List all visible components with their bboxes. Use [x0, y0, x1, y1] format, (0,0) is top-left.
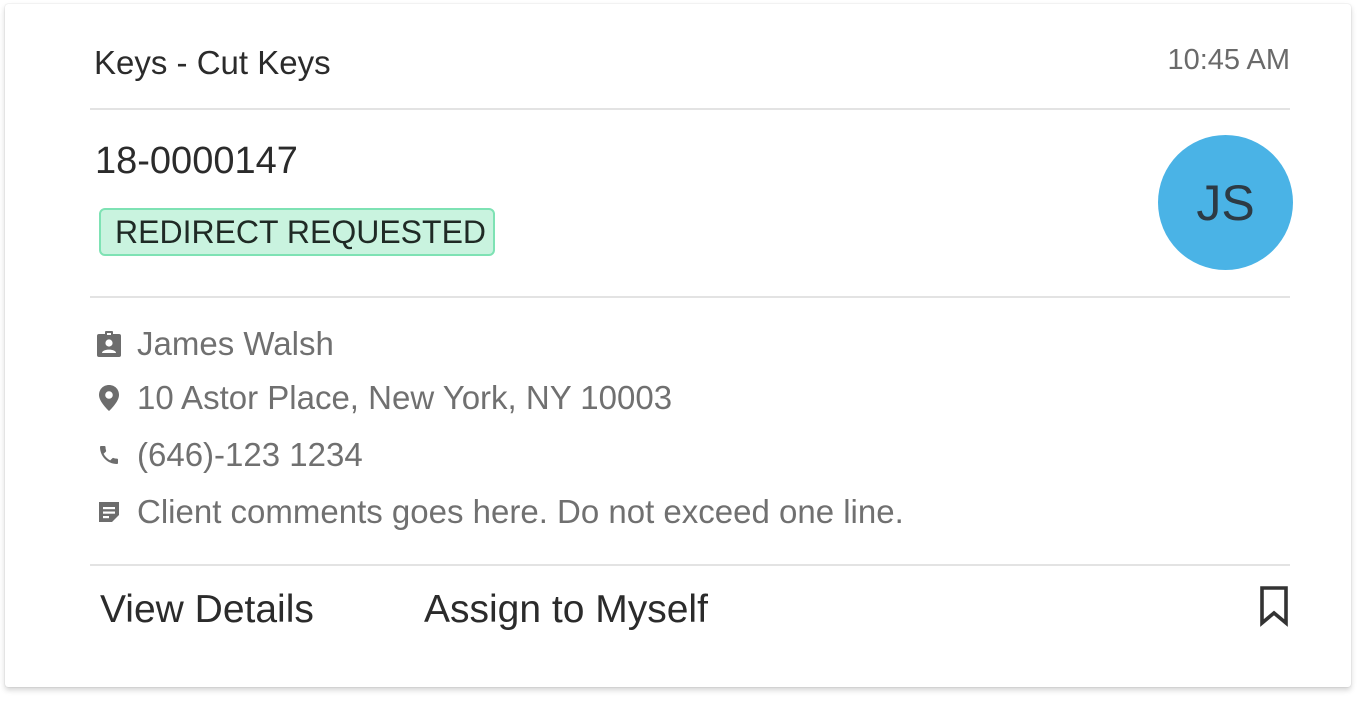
- phone-number[interactable]: (646)-123 1234: [137, 436, 363, 474]
- client-row: James Walsh: [95, 325, 334, 363]
- order-id: 18-0000147: [95, 140, 298, 182]
- client-name: James Walsh: [137, 325, 334, 362]
- address-row: 10 Astor Place, New York, NY 10003: [95, 379, 672, 417]
- assign-to-myself-button[interactable]: Assign to Myself: [424, 588, 708, 632]
- note-icon: [95, 498, 123, 526]
- job-time: 10:45 AM: [1167, 44, 1290, 76]
- bookmark-icon[interactable]: [1258, 585, 1290, 627]
- phone-icon: [95, 441, 123, 469]
- view-details-button[interactable]: View Details: [100, 588, 314, 632]
- divider: [90, 564, 1290, 566]
- avatar-initials: JS: [1196, 174, 1255, 231]
- address[interactable]: 10 Astor Place, New York, NY 10003: [137, 379, 672, 417]
- location-pin-icon: [95, 384, 123, 412]
- avatar[interactable]: JS: [1158, 135, 1293, 270]
- client-comment: Client comments goes here. Do not exceed…: [137, 493, 904, 530]
- job-card: Keys - Cut Keys 10:45 AM 18-0000147 REDI…: [5, 4, 1351, 687]
- status-badge: REDIRECT REQUESTED: [99, 208, 495, 256]
- divider: [90, 296, 1290, 298]
- phone-row: (646)-123 1234: [95, 436, 363, 474]
- badge-icon: [95, 330, 123, 358]
- divider: [90, 108, 1290, 110]
- comment-row: Client comments goes here. Do not exceed…: [95, 493, 904, 531]
- card-header: Keys - Cut Keys 10:45 AM: [94, 4, 1292, 110]
- job-category: Keys - Cut Keys: [94, 44, 331, 81]
